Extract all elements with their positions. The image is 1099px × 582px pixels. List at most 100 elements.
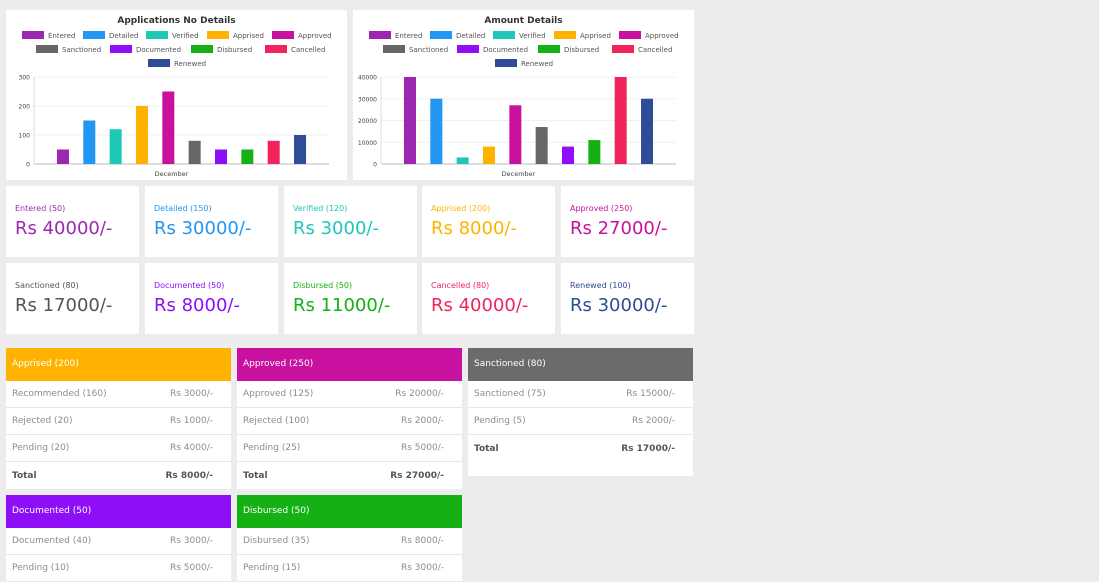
bar-documented [215,149,228,164]
panel-sanctioned: Sanctioned (80) Sanctioned (75) Rs 15000/… [468,348,693,476]
bar-entered [403,77,416,164]
panel-header: Documented (50) [6,495,231,528]
y-tick-label: 0 [26,162,30,169]
panel-row: Rejected (100) Rs 2000/- [237,408,462,435]
bar-apprised [135,106,148,164]
bar-entered [56,149,69,164]
panel-row: Rejected (20) Rs 1000/- [6,408,231,435]
bar-approved [509,105,522,164]
panel-row: Disbursed (35) Rs 8000/- [237,528,462,555]
legend-swatch [493,31,515,39]
bar-verified [456,157,469,164]
stat-card-disbursed[interactable]: Disbursed (50) Rs 11000/- [284,263,417,334]
legend-label: Renewed [521,60,553,68]
y-tick-label: 10000 [358,140,377,147]
panel-row: Recommended (160) Rs 3000/- [6,381,231,408]
stat-label: Approved (250) [570,204,633,213]
legend-swatch [146,31,168,39]
legend-swatch [430,31,452,39]
legend-swatch [22,31,44,39]
chart-title: Amount Details [484,16,562,26]
total-label: Total [474,443,499,454]
stat-amount: Rs 11000/- [293,295,391,316]
stat-card-detailed[interactable]: Detailed (150) Rs 30000/- [145,186,278,257]
bar-verified [109,129,122,164]
panel-row: Documented (40) Rs 3000/- [6,528,231,555]
legend-label: Approved [298,32,332,40]
row-amount: Rs 3000/- [170,389,213,399]
panel-apprised: Apprised (200) Recommended (160) Rs 3000/… [6,348,231,489]
legend-label: Entered [395,32,422,40]
bar-disbursed [241,149,254,164]
panel-row: Pending (25) Rs 5000/- [237,435,462,462]
stat-amount: Rs 8000/- [154,295,240,316]
total-label: Total [12,470,37,481]
row-amount: Rs 2000/- [632,416,675,426]
row-amount: Rs 2000/- [401,416,444,426]
legend-label: Approved [645,32,679,40]
stat-card-verified[interactable]: Verified (120) Rs 3000/- [284,186,417,257]
panel-documented: Documented (50) Documented (40) Rs 3000/-… [6,495,231,582]
y-tick-label: 0 [373,162,377,169]
legend-label: Detailed [456,32,485,40]
stat-card-approved[interactable]: Approved (250) Rs 27000/- [561,186,694,257]
bar-detailed [83,120,96,164]
legend-swatch [619,31,641,39]
y-tick-label: 300 [19,75,31,82]
panel-total-row: Total Rs 8000/- [6,462,231,489]
stat-card-renewed[interactable]: Renewed (100) Rs 30000/- [561,263,694,334]
bar-cancelled [614,77,627,164]
legend-swatch [148,59,170,67]
stat-card-sanctioned[interactable]: Sanctioned (80) Rs 17000/- [6,263,139,334]
stat-amount: Rs 3000/- [293,218,379,239]
legend-label: Documented [136,46,181,54]
legend-label: Disbursed [217,46,252,54]
stat-label: Apprised (200) [431,204,491,213]
x-axis-label: December [155,170,189,178]
panel-total-row: Total Rs 17000/- [468,435,693,462]
row-label: Rejected (100) [243,416,310,426]
chart-title: Applications No Details [117,16,235,26]
legend-swatch [36,45,58,53]
stat-label: Documented (50) [154,281,225,290]
legend-label: Sanctioned [409,46,448,54]
row-amount: Rs 20000/- [395,389,444,399]
stat-label: Renewed (100) [570,281,631,290]
bar-documented [562,146,575,164]
legend-swatch [383,45,405,53]
stat-label: Detailed (150) [154,204,212,213]
applications-chart: Applications No Details Entered Detailed Ve… [19,16,332,178]
stat-card-apprised[interactable]: Apprised (200) Rs 8000/- [422,186,555,257]
legend-swatch [207,31,229,39]
stat-card-cancelled[interactable]: Cancelled (80) Rs 40000/- [422,263,555,334]
legend-label: Entered [48,32,75,40]
panel-header: Apprised (200) [6,348,231,381]
row-label: Documented (40) [12,536,92,546]
row-label: Pending (10) [12,563,70,573]
row-label: Pending (25) [243,443,301,453]
legend-label: Cancelled [291,46,325,54]
legend-swatch [538,45,560,53]
y-tick-label: 40000 [358,75,377,82]
legend-swatch [83,31,105,39]
bar-renewed [641,98,654,164]
row-label: Recommended (160) [12,389,107,399]
y-tick-label: 200 [19,104,31,111]
bar-sanctioned [188,140,201,164]
stat-amount: Rs 40000/- [431,295,529,316]
stat-card-entered[interactable]: Entered (50) Rs 40000/- [6,186,139,257]
stat-card-documented[interactable]: Documented (50) Rs 8000/- [145,263,278,334]
legend-label: Detailed [109,32,138,40]
panel-row: Pending (15) Rs 3000/- [237,555,462,582]
bar-cancelled [267,140,280,164]
row-amount: Rs 8000/- [401,536,444,546]
panel-row: Approved (125) Rs 20000/- [237,381,462,408]
legend-swatch [369,31,391,39]
legend-swatch [265,45,287,53]
panel-disbursed: Disbursed (50) Disbursed (35) Rs 8000/- P… [237,495,462,582]
row-label: Pending (20) [12,443,70,453]
stat-label: Cancelled (80) [431,281,490,290]
row-amount: Rs 3000/- [170,536,213,546]
panel-row: Pending (5) Rs 2000/- [468,408,693,435]
legend-label: Apprised [233,32,264,40]
